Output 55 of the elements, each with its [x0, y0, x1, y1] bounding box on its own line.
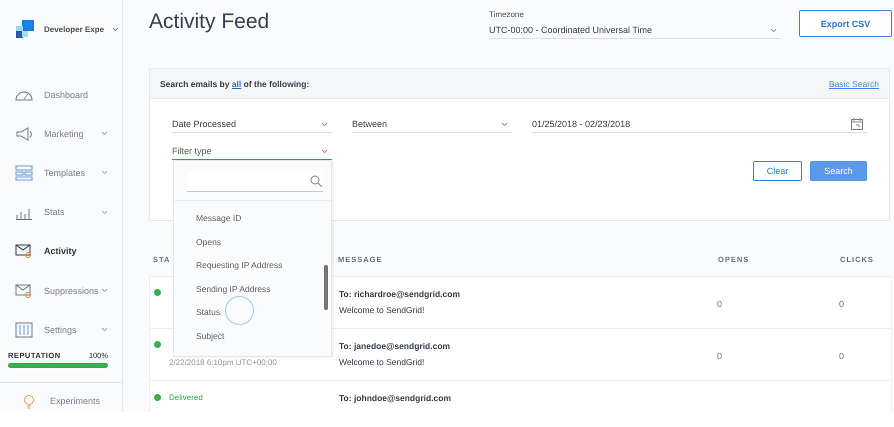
- chevron-down-icon: [501, 122, 508, 126]
- menu-option[interactable]: Status: [174, 307, 331, 330]
- search-icon: [310, 174, 323, 188]
- clicks-count: 0: [839, 351, 846, 361]
- subject: Welcome to SendGrid!: [339, 305, 426, 315]
- recipient: To: richardroe@sendgrid.com: [339, 289, 462, 299]
- chevron-down-icon: [321, 148, 328, 154]
- search-heading: Search emails by all of the following:: [160, 78, 310, 88]
- sliders-icon: [15, 322, 33, 338]
- opens-count: 0: [717, 351, 724, 361]
- menu-option[interactable]: Opens: [174, 236, 331, 260]
- logo-icon: [16, 20, 36, 38]
- calendar-icon[interactable]: [851, 118, 863, 130]
- account-name[interactable]: Developer Expe: [44, 24, 104, 34]
- menu-search-field[interactable]: [187, 171, 323, 192]
- clear-button[interactable]: Clear: [753, 161, 802, 181]
- field-select[interactable]: Date Processed: [172, 116, 332, 133]
- menu-option[interactable]: Message ID: [174, 213, 331, 236]
- cursor-ring-icon: [225, 296, 254, 325]
- nav-item[interactable]: Experiments: [0, 382, 122, 410]
- layout-icon: [15, 164, 33, 181]
- all-link[interactable]: all: [232, 78, 242, 88]
- menu-option[interactable]: Subject: [174, 330, 331, 354]
- page-title: Activity Feed: [149, 10, 270, 34]
- chevron-down-icon: [321, 122, 328, 126]
- recipient: To: janedoe@sendgrid.com: [339, 341, 452, 351]
- timezone-select[interactable]: UTC-00:00 - Coordinated Universal Time: [489, 22, 781, 39]
- nav-item[interactable]: Dashboard: [0, 75, 122, 114]
- scrollbar[interactable]: [324, 265, 328, 310]
- basic-search-link[interactable]: Basic Search: [828, 78, 879, 88]
- envelope-icon: [15, 282, 33, 299]
- chevron-down-icon: [770, 28, 777, 32]
- operator-select[interactable]: Between: [352, 116, 512, 133]
- nav-item[interactable]: Stats: [0, 192, 122, 232]
- opens-count: 0: [717, 299, 724, 309]
- menu-option[interactable]: Sending IP Address: [174, 284, 331, 307]
- nav-item[interactable]: Templates: [0, 153, 122, 193]
- subject: Welcome to SendGrid!: [339, 357, 426, 367]
- megaphone-icon: [15, 126, 33, 142]
- lightbulb-icon: [22, 393, 36, 410]
- nav-item[interactable]: Suppressions: [0, 270, 122, 310]
- envelope-icon: [15, 243, 33, 260]
- recipient: To: johndoe@sendgrid.com: [339, 393, 452, 403]
- event-date: 2/22/2018 6:10pm UTC+00:00: [168, 358, 278, 367]
- date-range-field[interactable]: 01/25/2018 - 02/23/2018: [532, 116, 867, 133]
- nav-item[interactable]: Activity: [0, 232, 122, 271]
- nav-item[interactable]: Settings: [0, 310, 122, 350]
- status-text: Delivered: [169, 393, 203, 402]
- nav-item[interactable]: Marketing: [0, 114, 122, 154]
- menu-option[interactable]: Requesting IP Address: [174, 260, 331, 284]
- search-button[interactable]: Search: [810, 161, 867, 181]
- caret-icon[interactable]: [112, 26, 120, 32]
- timezone-label: Timezone: [489, 10, 525, 19]
- export-csv-button[interactable]: Export CSV: [799, 10, 892, 37]
- clicks-count: 0: [839, 299, 846, 309]
